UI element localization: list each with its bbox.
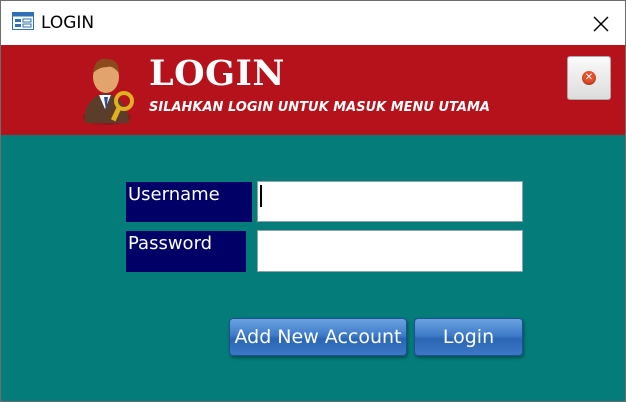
password-field[interactable] — [257, 230, 523, 272]
username-label: Username — [126, 182, 252, 222]
user-key-icon — [83, 58, 134, 125]
text-caret — [260, 185, 262, 207]
header-banner: LOGIN SILAHKAN LOGIN UNTUK MASUK MENU UT… — [1, 45, 625, 135]
login-button[interactable]: Login — [414, 318, 523, 356]
header-subtitle: SILAHKAN LOGIN UNTUK MASUK MENU UTAMA — [149, 100, 490, 115]
add-new-account-button[interactable]: Add New Account — [229, 318, 407, 356]
form-icon — [12, 12, 34, 30]
header-title: LOGIN — [149, 53, 285, 94]
password-label: Password — [126, 231, 246, 272]
title-bar: LOGIN — [1, 1, 625, 45]
window-title: LOGIN — [41, 13, 95, 33]
username-field[interactable] — [257, 181, 523, 222]
login-window: LOGIN LOGIN SILAHKAN LOGIN UNTUK MASUK M… — [0, 0, 626, 402]
close-icon[interactable] — [585, 9, 615, 37]
close-circle-icon: ✕ — [582, 71, 596, 85]
close-button[interactable]: ✕ — [567, 56, 611, 100]
